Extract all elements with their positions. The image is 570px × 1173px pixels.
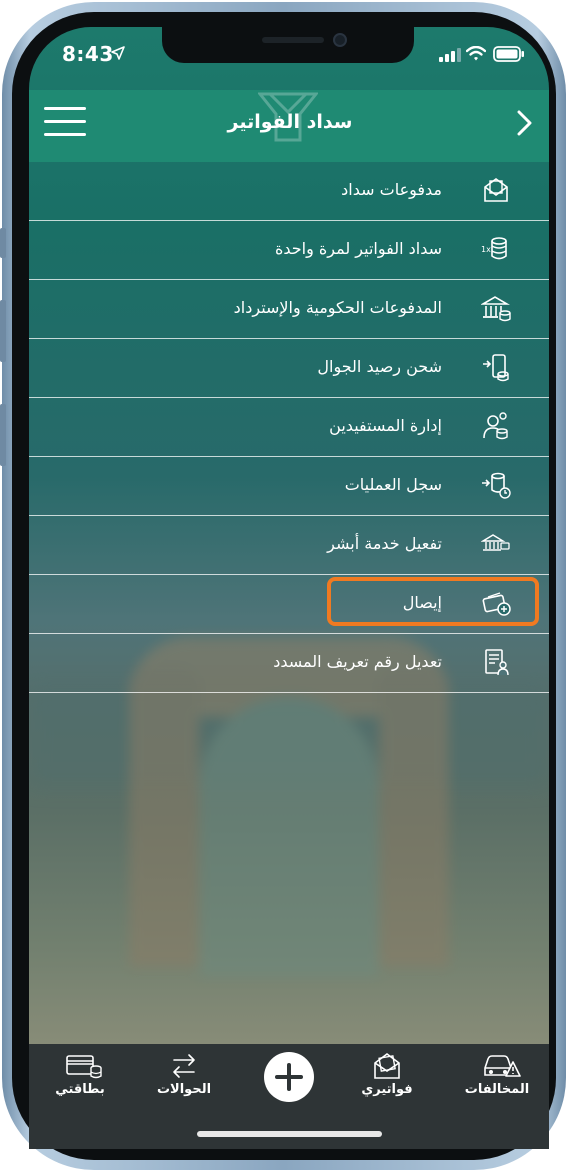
svg-text:1x: 1x xyxy=(481,245,491,254)
menu-item-edit-payer-id[interactable]: تعديل رقم تعريف المسدد xyxy=(29,634,549,693)
speaker xyxy=(262,37,324,43)
menu-item-manage-beneficiaries[interactable]: إدارة المستفيدين xyxy=(29,398,549,457)
front-camera xyxy=(333,33,347,47)
one-time-coins-icon: 1x xyxy=(481,237,507,260)
menu-item-mobile-recharge[interactable]: شحن رصيد الجوال xyxy=(29,339,549,398)
highlight-box xyxy=(327,577,539,626)
menu-item-label: المدفوعات الحكومية والإسترداد xyxy=(233,298,442,317)
volume-up-button xyxy=(0,300,6,362)
cellular-signal-icon xyxy=(439,48,461,62)
government-bank-icon xyxy=(481,296,511,322)
mobile-recharge-icon xyxy=(483,354,509,382)
menu-item-label: تفعيل خدمة أبشر xyxy=(327,534,442,553)
volume-down-button xyxy=(0,404,6,466)
menu-item-government-payments[interactable]: المدفوعات الحكومية والإسترداد xyxy=(29,280,549,339)
menu-item-label: مدفوعات سداد xyxy=(341,180,442,199)
menu-item-absher-activation[interactable]: تفعيل خدمة أبشر xyxy=(29,516,549,575)
tab-my-bills[interactable]: فواتيري xyxy=(342,1044,432,1114)
car-warning-icon xyxy=(484,1055,521,1077)
menu-item-transactions-log[interactable]: سجل العمليات xyxy=(29,457,549,516)
tab-label: المخالفات xyxy=(464,1082,530,1097)
payer-id-icon xyxy=(485,649,509,676)
plus-icon[interactable] xyxy=(264,1052,314,1102)
menu-item-label: شحن رصيد الجوال xyxy=(317,357,442,376)
tab-violations[interactable]: المخالفات xyxy=(452,1044,542,1114)
tab-my-card[interactable]: بطاقتي xyxy=(35,1044,125,1114)
menu-item-one-time-payment[interactable]: 1x سداد الفواتير لمرة واحدة xyxy=(29,221,549,280)
my-bills-icon xyxy=(374,1053,400,1079)
my-card-icon xyxy=(66,1055,102,1079)
absher-activation-icon xyxy=(481,534,510,551)
transfers-arrows-icon xyxy=(173,1054,195,1078)
tab-label: الحوالات xyxy=(156,1082,212,1097)
battery-icon xyxy=(493,46,524,62)
silent-switch xyxy=(0,228,6,258)
tab-label: بطاقتي xyxy=(55,1082,105,1097)
location-arrow-icon xyxy=(111,46,125,60)
beneficiaries-icon xyxy=(483,412,508,440)
menu-item-label: سداد الفواتير لمرة واحدة xyxy=(274,239,442,258)
menu-item-label: إدارة المستفيدين xyxy=(329,416,442,435)
tab-transfers[interactable]: الحوالات xyxy=(139,1044,229,1114)
notch xyxy=(162,27,414,63)
status-time: 8:43 xyxy=(62,42,114,66)
back-chevron-icon[interactable] xyxy=(510,108,538,138)
transactions-history-icon xyxy=(482,472,511,499)
home-indicator[interactable] xyxy=(197,1131,382,1137)
menu-item-label: سجل العمليات xyxy=(344,475,442,494)
tab-label: فواتيري xyxy=(361,1082,413,1097)
menu-item-sadad-payments[interactable]: مدفوعات سداد xyxy=(29,162,549,221)
page-title: سداد الفواتير xyxy=(227,111,353,133)
menu-item-label: تعديل رقم تعريف المسدد xyxy=(273,652,442,671)
hamburger-menu-icon[interactable] xyxy=(44,107,86,137)
wifi-icon xyxy=(466,46,486,61)
bill-envelope-icon xyxy=(484,178,508,202)
